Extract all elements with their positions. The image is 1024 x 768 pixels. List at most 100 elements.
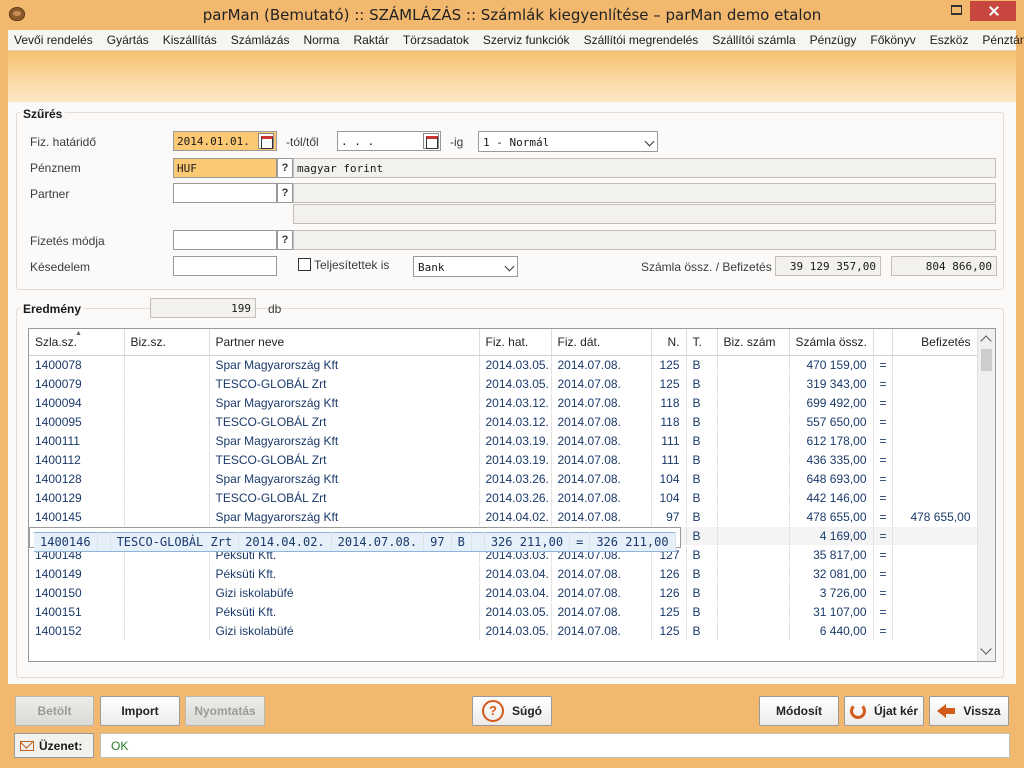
menu-item[interactable]: Számlázás xyxy=(231,33,290,47)
days-cell: 97 xyxy=(423,531,452,552)
table-scrollbar[interactable] xyxy=(977,329,995,661)
col-header-days[interactable]: N. xyxy=(651,329,687,356)
chevron-down-icon xyxy=(644,136,655,147)
table-row[interactable]: 1400145 Spar Magyarország Kft 2014.04.02. 2… xyxy=(29,507,978,527)
table-row[interactable]: 1400094 Spar Magyarország Kft 2014.03.12. 2… xyxy=(29,393,978,413)
menu-item[interactable]: Szállítói megrendelés xyxy=(584,33,699,47)
table-row[interactable]: 1400129 TESCO-GLOBÁL Zrt 2014.03.26. 2014.0… xyxy=(29,488,978,508)
col-header-due-date[interactable]: Fiz. hat. xyxy=(479,329,552,356)
help-button[interactable]: ? Súgó xyxy=(472,696,552,726)
invoice-no-cell: 1400146 xyxy=(34,531,98,552)
menu-item[interactable]: Pénztár xyxy=(982,33,1023,47)
eq-cell: = xyxy=(873,450,893,470)
modify-button[interactable]: Módosít xyxy=(759,696,839,726)
voucher-no-cell xyxy=(717,450,790,470)
table-row[interactable]: 1400151 Péksüti Kft. 2014.03.05. 2014.07.08… xyxy=(29,602,978,622)
col-header-eq[interactable] xyxy=(873,329,893,356)
voucher-no-cell xyxy=(717,526,790,546)
payment-cell xyxy=(892,545,978,565)
bank-select[interactable]: Bank xyxy=(413,256,518,277)
currency-lookup-button[interactable]: ? xyxy=(277,158,293,178)
payment-cell xyxy=(892,469,978,489)
type-cell: B xyxy=(686,355,718,375)
pay-date-cell: 2014.07.08. xyxy=(551,583,652,603)
table-row[interactable]: 1400150 Gizi iskolabüfé 2014.03.04. 2014.07… xyxy=(29,583,978,603)
calendar-icon[interactable] xyxy=(423,133,439,149)
menu-item[interactable]: Szerviz funkciók xyxy=(483,33,570,47)
table-row[interactable]: 1400128 Spar Magyarország Kft 2014.03.26. 2… xyxy=(29,469,978,489)
delay-label: Késedelem xyxy=(30,260,91,274)
partner-lookup-button[interactable]: ? xyxy=(277,183,293,203)
type-cell: B xyxy=(686,393,718,413)
col-header-invoice-no[interactable]: ▲ Szla.sz. xyxy=(29,329,125,356)
menu-item[interactable]: Vevői rendelés xyxy=(14,33,93,47)
calendar-icon[interactable] xyxy=(258,133,274,149)
voucher-no-cell xyxy=(717,488,790,508)
scroll-down-icon[interactable] xyxy=(980,643,992,655)
currency-code-field[interactable]: HUF xyxy=(173,158,277,178)
type-select[interactable]: 1 - Normál xyxy=(478,131,658,152)
pay-date-cell: 2014.07.08. xyxy=(551,393,652,413)
print-button[interactable]: Nyomtatás xyxy=(185,696,265,726)
payment-method-lookup-button[interactable]: ? xyxy=(277,230,293,250)
table-row[interactable]: 1400146 TESCO-GLOBÁL Zrt 2014.04.02. 2014.0… xyxy=(29,526,681,552)
delay-field[interactable] xyxy=(173,256,277,276)
menu-item[interactable]: Norma xyxy=(303,33,339,47)
table-row[interactable]: 1400149 Péksüti Kft. 2014.03.04. 2014.07.08… xyxy=(29,564,978,584)
menu-item[interactable]: Raktár xyxy=(353,33,388,47)
col-header-payment[interactable]: Befizetés xyxy=(892,329,978,356)
scroll-up-icon[interactable] xyxy=(980,335,992,347)
payment-method-label: Fizetés módja xyxy=(30,234,105,248)
refresh-button[interactable]: Újat kér xyxy=(844,696,924,726)
due-date-cell: 2014.03.04. xyxy=(479,583,552,603)
eq-cell: = xyxy=(569,531,591,552)
back-button[interactable]: Vissza xyxy=(929,696,1009,726)
currency-name-field: magyar forint xyxy=(293,158,996,178)
due-date-label: Fiz. határidő xyxy=(30,135,97,149)
partner-cell: Spar Magyarország Kft xyxy=(209,507,480,527)
pay-date-cell: 2014.07.08. xyxy=(551,507,652,527)
menu-item[interactable]: Szállítói számla xyxy=(712,33,795,47)
menu-item[interactable]: Főkönyv xyxy=(870,33,915,47)
table-header: ▲ Szla.sz. Biz.sz. Partner neve Fiz. hat.… xyxy=(29,329,978,356)
invoice-table[interactable]: ▲ Szla.sz. Biz.sz. Partner neve Fiz. hat.… xyxy=(28,328,996,662)
col-header-type[interactable]: T. xyxy=(686,329,718,356)
table-row[interactable]: 1400079 TESCO-GLOBÁL Zrt 2014.03.05. 2014.0… xyxy=(29,374,978,394)
close-button[interactable] xyxy=(970,1,1016,21)
col-header-doc-no[interactable]: Biz.sz. xyxy=(124,329,210,356)
maximize-icon[interactable] xyxy=(951,5,962,15)
menu-item[interactable]: Pénzügy xyxy=(810,33,857,47)
col-header-invoice-total[interactable]: Számla össz. xyxy=(789,329,874,356)
menu-item[interactable]: Törzsadatok xyxy=(403,33,469,47)
type-cell: B xyxy=(686,583,718,603)
payment-cell xyxy=(892,355,978,375)
scroll-thumb[interactable] xyxy=(981,349,992,371)
completed-checkbox[interactable] xyxy=(298,258,311,271)
partner-field[interactable] xyxy=(173,183,277,203)
col-header-voucher-no[interactable]: Biz. szám xyxy=(717,329,790,356)
partner-cell: Gizi iskolabüfé xyxy=(209,583,480,603)
menu-item[interactable]: Eszköz xyxy=(930,33,969,47)
col-header-pay-date[interactable]: Fiz. dát. xyxy=(551,329,652,356)
pay-date-cell: 2014.07.08. xyxy=(551,602,652,622)
type-cell: B xyxy=(686,431,718,451)
invoice-no-cell: 1400129 xyxy=(29,488,125,508)
doc-no-cell xyxy=(124,431,210,451)
table-row[interactable]: 1400112 TESCO-GLOBÁL Zrt 2014.03.19. 2014.0… xyxy=(29,450,978,470)
partner-cell: Spar Magyarország Kft xyxy=(209,355,480,375)
table-row[interactable]: 1400078 Spar Magyarország Kft 2014.03.05. 2… xyxy=(29,355,978,375)
col-header-partner[interactable]: Partner neve xyxy=(209,329,480,356)
menu-item[interactable]: Kiszállítás xyxy=(163,33,217,47)
invoice-total-cell: 648 693,00 xyxy=(789,469,874,489)
partner-cell: Spar Magyarország Kft xyxy=(209,393,480,413)
table-row[interactable]: 1400152 Gizi iskolabüfé 2014.03.05. 2014.07… xyxy=(29,621,978,641)
table-row[interactable]: 1400111 Spar Magyarország Kft 2014.03.19. 2… xyxy=(29,431,978,451)
import-button[interactable]: Import xyxy=(100,696,180,726)
invoice-total-cell: 436 335,00 xyxy=(789,450,874,470)
table-row[interactable]: 1400095 TESCO-GLOBÁL Zrt 2014.03.12. 2014.0… xyxy=(29,412,978,432)
payment-method-field[interactable] xyxy=(173,230,277,250)
voucher-no-cell xyxy=(717,583,790,603)
load-button[interactable]: Betölt xyxy=(15,696,94,726)
invoice-total-cell: 6 440,00 xyxy=(789,621,874,641)
menu-item[interactable]: Gyártás xyxy=(107,33,149,47)
